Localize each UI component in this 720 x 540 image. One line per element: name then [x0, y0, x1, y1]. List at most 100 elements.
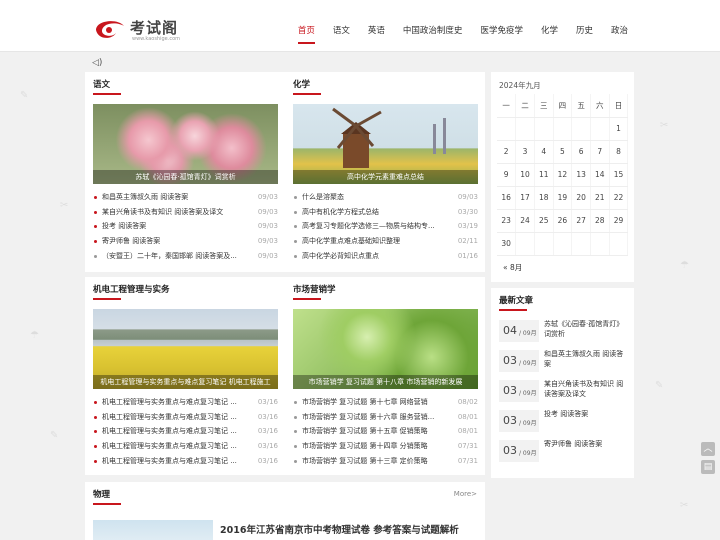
nav-item-politics-history[interactable]: 中国政治制度史: [403, 24, 463, 44]
nav-item-home[interactable]: 首页: [297, 24, 315, 44]
section-title: 机电工程管理与实务: [93, 285, 170, 295]
more-link[interactable]: More>: [454, 490, 477, 498]
weekday-label: 一: [497, 94, 517, 118]
latest-item[interactable]: 03/ 09月 和昌英主簿叔久雨 阅读答案: [499, 350, 629, 376]
back-to-top-icon[interactable]: ︿: [701, 442, 715, 456]
weekday-label: 六: [590, 94, 610, 118]
list-item[interactable]: 市场营销学 复习试题 第十三章 定价策略 07/31: [293, 454, 478, 469]
calendar-day: 15: [609, 163, 629, 187]
section-title: 物理: [93, 490, 111, 500]
section-title: 化学: [293, 80, 311, 90]
calendar-table: 一 二 三 四 五 六 日 1 2345678 9 10 11 12 13 14 15 16…: [497, 94, 629, 256]
list-item[interactable]: 机电工程管理与实务重点与难点复习笔记 ... 03/16: [93, 410, 278, 425]
list-item[interactable]: 寄尹师鲁 阅读答案 09/03: [93, 234, 278, 249]
list-item[interactable]: 市场营销学 复习试题 第十七章 网络营销 08/02: [293, 395, 478, 410]
nav-item-history[interactable]: 历史: [576, 24, 593, 44]
latest-item-title[interactable]: 苏轼《沁园春·孤馆青灯》词赏析: [544, 320, 629, 339]
date-box: 03/ 09月: [499, 410, 539, 432]
calendar-caption: 2024年九月: [499, 81, 541, 90]
latest-item[interactable]: 03/ 09月 某自兴角读书及有知识 阅读答案及译文: [499, 380, 629, 406]
list-item[interactable]: 投考 阅读答案 09/03: [93, 219, 278, 234]
calendar-day: 20: [571, 186, 591, 210]
list-item[interactable]: 机电工程管理与实务重点与难点复习笔记 ... 03/16: [93, 395, 278, 410]
list-item[interactable]: 高中化学必背知识点重点 01/16: [293, 249, 478, 264]
section-title: 最新文章: [499, 296, 534, 306]
list-item[interactable]: 市场营销学 复习试题 第十四章 分销策略 07/31: [293, 439, 478, 454]
list-item[interactable]: （安暨王）二十年，秦国邯郸 阅读答案及... 09/03: [93, 249, 278, 264]
featured-image[interactable]: 苏轼《沁园春·孤馆青灯》词赏析: [93, 104, 278, 184]
list-item[interactable]: 高中化学重点难点基础知识整理 02/11: [293, 234, 478, 249]
featured-caption: 市场营销学 复习试题 第十八章 市场营销的新发展: [293, 375, 478, 389]
calendar-day: [534, 232, 554, 256]
list-item[interactable]: 高考复习专题化学选修三—物质与结构专... 03/19: [293, 219, 478, 234]
section-huaxue: 化学 高中化学元素重难点总结 什么是溶聚态 09/03 高中有机化学方程式总结 03…: [285, 72, 485, 272]
nav-item-politics[interactable]: 政治: [611, 24, 628, 44]
site-logo[interactable]: 考试阁 www.kaoshige.com: [92, 14, 182, 44]
latest-item-title[interactable]: 投考 阅读答案: [544, 410, 629, 420]
article-list: 市场营销学 复习试题 第十七章 网络营销 08/02 市场营销学 复习试题 第十六…: [293, 395, 478, 468]
calendar-day: 11: [534, 163, 554, 187]
article-list: 什么是溶聚态 09/03 高中有机化学方程式总结 03/30 高考复习专题化学选修三…: [293, 190, 478, 263]
featured-image[interactable]: 高中化学元素重难点总结: [293, 104, 478, 184]
list-item[interactable]: 市场营销学 复习试题 第十五章 促销策略 08/01: [293, 424, 478, 439]
calendar-day: 14: [590, 163, 610, 187]
calendar-day: [515, 117, 535, 141]
date-box: 04/ 09月: [499, 320, 539, 342]
list-item[interactable]: 市场营销学 复习试题 第十六章 服务营销... 08/01: [293, 410, 478, 425]
list-item[interactable]: 机电工程管理与实务重点与难点复习笔记 ... 03/16: [93, 424, 278, 439]
nav-item-immunology[interactable]: 医学免疫学: [480, 24, 523, 44]
article-thumbnail[interactable]: [93, 520, 213, 540]
logo-swirl-icon: [96, 21, 124, 38]
list-item[interactable]: 机电工程管理与实务重点与难点复习笔记 ... 03/16: [93, 454, 278, 469]
calendar-day: 29: [609, 209, 629, 233]
feedback-icon[interactable]: ▤: [701, 460, 715, 474]
calendar-day: 9: [497, 163, 517, 187]
calendar-day: 18: [534, 186, 554, 210]
latest-item[interactable]: 04/ 09月 苏轼《沁园春·孤馆青灯》词赏析: [499, 320, 629, 346]
calendar-day: 17: [515, 186, 535, 210]
calendar-day: 3: [515, 140, 535, 164]
latest-item[interactable]: 03/ 09月 寄尹师鲁 阅读答案: [499, 440, 629, 466]
watermark-icon: ☂: [30, 330, 39, 341]
section-yuwen: 语文 苏轼《沁园春·孤馆青灯》词赏析 和昌英主簿叔久雨 阅读答案 09/03 某自…: [85, 72, 285, 272]
nav-item-yuwen[interactable]: 语文: [333, 24, 350, 44]
list-item[interactable]: 机电工程管理与实务重点与难点复习笔记 ... 03/16: [93, 439, 278, 454]
calendar-day: [553, 117, 573, 141]
list-item[interactable]: 高中有机化学方程式总结 03/30: [293, 205, 478, 220]
calendar-day: 24: [515, 209, 535, 233]
featured-image[interactable]: 市场营销学 复习试题 第十八章 市场营销的新发展: [293, 309, 478, 389]
weekday-label: 五: [571, 94, 591, 118]
watermark-icon: ✎: [20, 90, 29, 101]
latest-item-title[interactable]: 和昌英主簿叔久雨 阅读答案: [544, 350, 629, 369]
calendar-day: 10: [515, 163, 535, 187]
title-underline: [293, 298, 321, 300]
list-item[interactable]: 什么是溶聚态 09/03: [293, 190, 478, 205]
article-headline[interactable]: 2016年江苏省南京市中考物理试卷 参考答案与试题解析: [220, 522, 459, 536]
speaker-icon[interactable]: ◁): [92, 58, 102, 68]
latest-item-title[interactable]: 寄尹师鲁 阅读答案: [544, 440, 629, 450]
list-item[interactable]: 和昌英主簿叔久雨 阅读答案 09/03: [93, 190, 278, 205]
article-list: 机电工程管理与实务重点与难点复习笔记 ... 03/16 机电工程管理与实务重点与…: [93, 395, 278, 468]
calendar-day: 28: [590, 209, 610, 233]
list-item[interactable]: 某自兴角读书及有知识 阅读答案及译文 09/03: [93, 205, 278, 220]
date-box: 03/ 09月: [499, 440, 539, 462]
calendar-day: [571, 117, 591, 141]
latest-item[interactable]: 03/ 09月 投考 阅读答案: [499, 410, 629, 436]
watermark-icon: ✂: [680, 500, 689, 511]
calendar-day: 30: [497, 232, 517, 256]
calendar-day: 26: [553, 209, 573, 233]
nav-item-english[interactable]: 英语: [368, 24, 385, 44]
latest-articles: 最新文章 04/ 09月 苏轼《沁园春·孤馆青灯》词赏析 03/ 09月 和昌英…: [491, 288, 634, 478]
latest-item-title[interactable]: 某自兴角读书及有知识 阅读答案及译文: [544, 380, 629, 399]
title-underline: [499, 309, 527, 311]
calendar-day: 4: [534, 140, 554, 164]
calendar-day: 8: [609, 140, 629, 164]
logo-text: 考试阁: [130, 19, 179, 37]
calendar-day: [553, 232, 573, 256]
nav-item-chemistry[interactable]: 化学: [541, 24, 558, 44]
calendar-day: 27: [571, 209, 591, 233]
watermark-icon: ✎: [655, 380, 664, 391]
site-header: 考试阁 www.kaoshige.com 首页 语文 英语 中国政治制度史 医学…: [0, 0, 720, 52]
featured-image[interactable]: 机电工程管理与实务重点与难点复习笔记 机电工程施工: [93, 309, 278, 389]
calendar-prev-month-link[interactable]: « 8月: [503, 262, 522, 273]
